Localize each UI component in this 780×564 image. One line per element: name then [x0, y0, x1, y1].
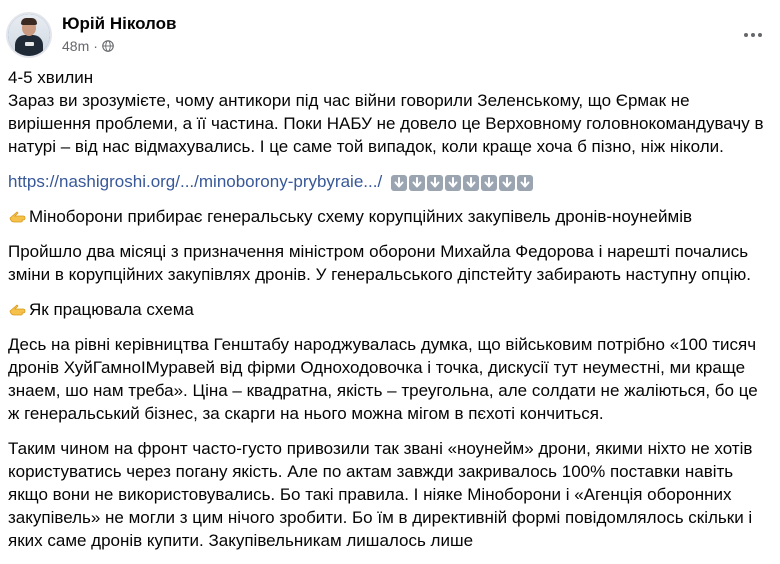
post-body: 4-5 хвилин Зараз ви зрозумієте, чому ант… — [8, 66, 768, 564]
post-paragraph: Таким чином на фронт часто-густо привози… — [8, 439, 753, 550]
post-link-line: https://nashigroshi.org/.../minoborony-p… — [8, 170, 768, 193]
down-arrow-icon — [462, 175, 479, 191]
down-arrow-icon — [516, 175, 533, 191]
post-heading: Міноборони прибирає генеральську схему к… — [8, 205, 768, 228]
pointing-hand-icon — [9, 304, 26, 316]
post-meta: 48m · — [62, 38, 114, 54]
post-paragraph: Пройшло два місяці з призначення міністр… — [8, 242, 751, 284]
arrow-emoji-row — [390, 175, 533, 191]
down-arrow-icon — [426, 175, 443, 191]
post-heading: Як працювала схема — [8, 298, 768, 321]
down-arrow-icon — [480, 175, 497, 191]
more-options-icon[interactable] — [738, 20, 768, 50]
post-paragraph: Десь на рівні керівництва Генштабу народ… — [8, 335, 758, 423]
pointing-hand-icon — [9, 211, 26, 223]
down-arrow-icon — [408, 175, 425, 191]
globe-icon[interactable] — [102, 40, 114, 52]
down-arrow-icon — [390, 175, 407, 191]
down-arrow-icon — [444, 175, 461, 191]
post-paragraph: 4-5 хвилин Зараз ви зрозумієте, чому ант… — [8, 68, 764, 156]
author-avatar[interactable] — [8, 14, 50, 56]
article-link[interactable]: https://nashigroshi.org/.../minoborony-p… — [8, 172, 382, 191]
post-timestamp[interactable]: 48m — [62, 38, 89, 54]
post-header: Юрій Ніколов 48m · — [0, 0, 780, 66]
down-arrow-icon — [498, 175, 515, 191]
author-name[interactable]: Юрій Ніколов — [62, 14, 176, 34]
